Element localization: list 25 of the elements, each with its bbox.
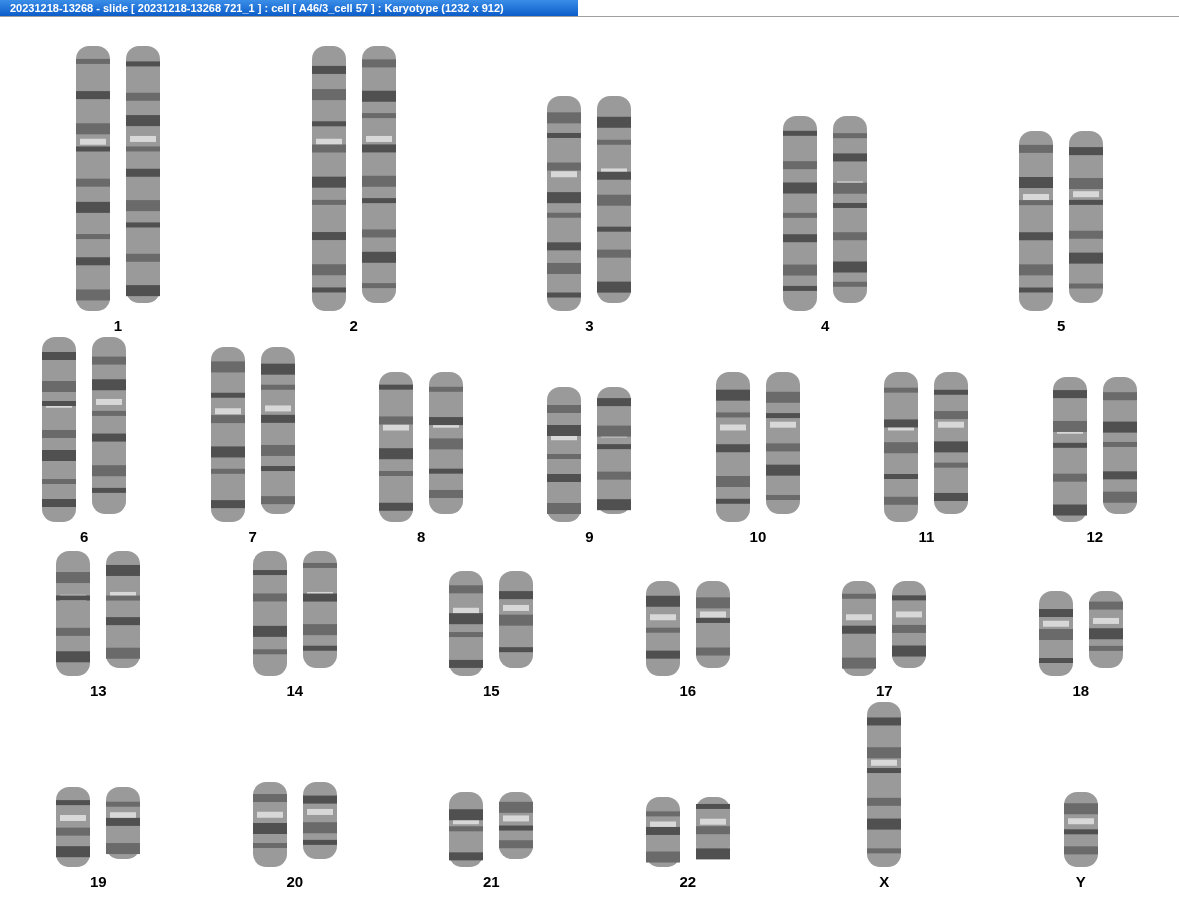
chromosome-label: 17 (875, 682, 893, 700)
chromosome-label: 21 (482, 873, 500, 891)
chromosome-label: 10 (749, 528, 767, 546)
chromosome-label: 22 (679, 873, 697, 891)
chromosome-label: 5 (1056, 317, 1066, 335)
chromosome-label: 18 (1072, 682, 1090, 700)
chromosome-label: 13 (89, 682, 107, 700)
chromosome-label: 9 (585, 528, 594, 546)
chromosome-label: 4 (821, 317, 830, 335)
chromosome-label: 19 (89, 873, 107, 891)
window-title: 20231218-13268 - slide [ 20231218-13268 721_1 ] : cell [ A46/3_cell 57 ] : Karyotype (1232 x 912) (0, 0, 578, 16)
chromosome-label: 20 (286, 873, 304, 891)
chromosome-label: Y (1075, 873, 1086, 891)
chromosome-label: 1 (113, 317, 123, 335)
chromosome-label: X (879, 873, 890, 891)
chromosome-label: 6 (80, 528, 89, 546)
chromosome-label: 2 (349, 317, 358, 335)
chromosome-label: 16 (679, 682, 697, 700)
chromosome-label: 3 (585, 317, 594, 335)
chromosome-label: 14 (286, 682, 304, 700)
chromosome-label: 11 (918, 528, 935, 546)
chromosome-label: 15 (482, 682, 500, 700)
chromosome-label: 12 (1086, 528, 1104, 546)
chromosome-label: 8 (416, 528, 426, 546)
chromosome-label: 7 (248, 528, 257, 546)
